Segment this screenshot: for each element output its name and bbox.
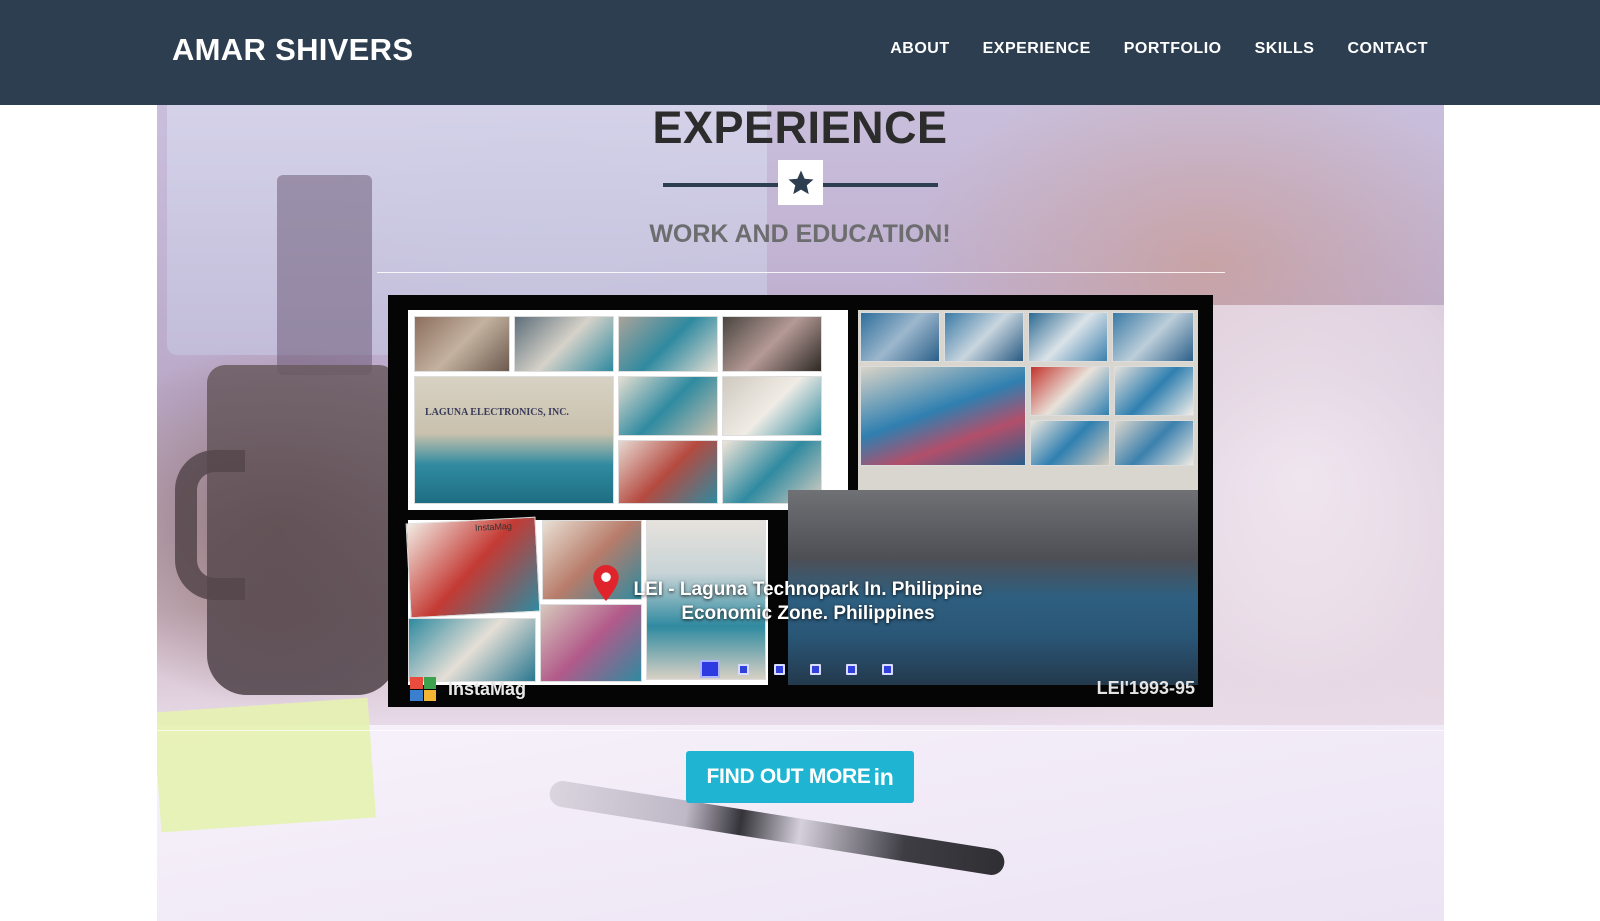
linkedin-icon: in <box>873 763 894 790</box>
nav-links: ABOUT EXPERIENCE PORTFOLIO SKILLS CONTAC… <box>857 40 1428 58</box>
photo <box>1030 366 1110 416</box>
slide-caption-line-2: Economic Zone. Philippines <box>681 603 935 624</box>
slide-caption-line-1: LEI - Laguna Technopark In. Philippine <box>633 579 983 600</box>
nav-link-about[interactable]: ABOUT <box>890 40 949 58</box>
nav-link-contact[interactable]: CONTACT <box>1347 40 1428 58</box>
nav-link-portfolio[interactable]: PORTFOLIO <box>1124 40 1222 58</box>
instamag-watermark: InstaMag <box>410 677 526 701</box>
collage-sign-text: LAGUNA ELECTRONICS, INC. <box>425 407 569 418</box>
carousel-indicator-5[interactable] <box>846 663 857 675</box>
find-out-more-button[interactable]: FIND OUT MORE in <box>686 751 914 803</box>
photo-date-stamp: LEI'1993-95 <box>1096 678 1195 698</box>
photo-laguna-sign: LAGUNA ELECTRONICS, INC. <box>414 376 614 504</box>
nav-link-experience[interactable]: EXPERIENCE <box>983 40 1091 58</box>
nav-link-skills[interactable]: SKILLS <box>1255 40 1315 58</box>
collage-photo-group-2 <box>858 310 1198 490</box>
carousel-indicators <box>700 660 918 678</box>
photo <box>514 316 614 372</box>
separator-bottom <box>140 730 1460 731</box>
photo <box>722 376 822 436</box>
brand-logo-link[interactable]: AMAR SHIVERS <box>172 32 413 68</box>
photo <box>860 366 1026 466</box>
carousel-indicator-2[interactable] <box>738 663 749 675</box>
photo <box>408 618 536 682</box>
star-icon <box>778 160 823 205</box>
photo <box>618 316 718 372</box>
background-mug-handle <box>175 450 245 600</box>
background-laptop-panel <box>277 175 372 375</box>
carousel-indicator-6[interactable] <box>882 663 893 675</box>
slide-caption: LEI - Laguna Technopark In. Philippine E… <box>588 578 1028 626</box>
carousel-indicator-3[interactable] <box>774 663 785 675</box>
collage-small-app-label: InstaMag <box>474 520 513 533</box>
photo <box>618 376 718 436</box>
photo: InstaMag <box>405 516 541 619</box>
instamag-logo-icon <box>410 677 436 701</box>
photo <box>1112 312 1194 362</box>
photo <box>1030 420 1110 466</box>
title-divider <box>663 160 938 205</box>
collage-photo-group-1: LAGUNA ELECTRONICS, INC. <box>408 310 848 510</box>
photo <box>944 312 1024 362</box>
divider-line-right <box>823 183 938 187</box>
navbar: AMAR SHIVERS ABOUT EXPERIENCE PORTFOLIO … <box>0 0 1600 105</box>
section-title: EXPERIENCE <box>652 102 948 153</box>
experience-carousel[interactable]: LAGUNA ELECTRONICS, INC. InstaMag LEI - … <box>388 295 1213 707</box>
photo <box>860 312 940 362</box>
photo <box>414 316 510 372</box>
photo <box>1114 420 1194 466</box>
section-subtitle: WORK AND EDUCATION! <box>649 220 951 248</box>
photo <box>1114 366 1194 416</box>
carousel-indicator-1[interactable] <box>700 660 720 678</box>
carousel-indicator-4[interactable] <box>810 663 821 675</box>
photo <box>722 316 822 372</box>
instamag-label: InstaMag <box>448 678 527 699</box>
photo <box>618 440 718 504</box>
photo <box>1028 312 1108 362</box>
separator-top <box>377 272 1225 273</box>
divider-line-left <box>663 183 778 187</box>
background-sticky-note <box>157 697 376 833</box>
find-out-more-label: FIND OUT MORE <box>706 765 871 788</box>
